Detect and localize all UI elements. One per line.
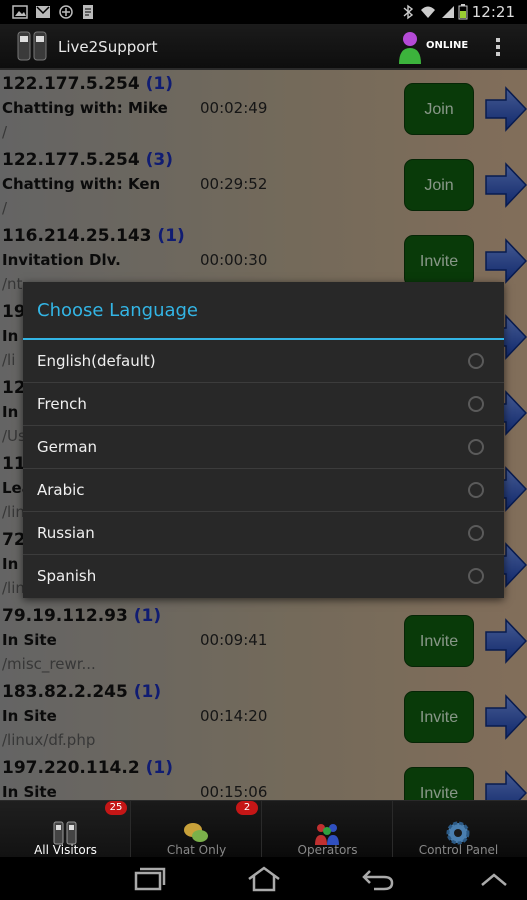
language-option-label: German xyxy=(37,438,98,456)
radio-button[interactable] xyxy=(468,568,484,584)
tab-label: All Visitors xyxy=(34,843,97,857)
language-option-label: Spanish xyxy=(37,567,97,585)
dialog-title: Choose Language xyxy=(37,300,199,321)
online-status-button[interactable]: ONLINE xyxy=(396,30,469,66)
tab-label: Operators xyxy=(297,843,358,857)
radio-button[interactable] xyxy=(468,353,484,369)
app-title: Live2Support xyxy=(58,38,158,56)
gallery-icon xyxy=(12,5,28,19)
signal-icon xyxy=(442,6,454,18)
language-option-french[interactable]: French xyxy=(23,383,504,426)
gmail-icon xyxy=(36,6,50,18)
tab-operators[interactable]: Operators xyxy=(262,801,393,858)
bluetooth-icon xyxy=(403,4,414,20)
chevron-up-icon[interactable] xyxy=(476,865,512,893)
language-option-german[interactable]: German xyxy=(23,426,504,469)
bottom-tab-bar: All Visitors 25 Chat Only 2 Operators Co… xyxy=(0,800,527,858)
tab-chat-only[interactable]: Chat Only 2 xyxy=(131,801,262,858)
battery-icon xyxy=(458,4,468,20)
radio-button[interactable] xyxy=(468,482,484,498)
language-option-arabic[interactable]: Arabic xyxy=(23,469,504,512)
action-bar: Live2Support ONLINE xyxy=(0,24,527,70)
back-icon[interactable] xyxy=(360,865,396,893)
app-logo-icon xyxy=(17,31,47,61)
tab-label: Control Panel xyxy=(418,843,499,857)
radio-button[interactable] xyxy=(468,396,484,412)
visitors-count-badge: 25 xyxy=(105,801,127,815)
system-nav-bar xyxy=(0,857,527,900)
recent-apps-icon[interactable] xyxy=(132,865,168,893)
tab-label: Chat Only xyxy=(166,843,227,857)
wifi-icon xyxy=(421,6,435,18)
radio-button[interactable] xyxy=(468,525,484,541)
language-option-label: English(default) xyxy=(37,352,156,370)
language-option-english[interactable]: English(default) xyxy=(23,340,504,383)
radio-button[interactable] xyxy=(468,439,484,455)
chat-count-badge: 2 xyxy=(236,801,258,815)
language-option-label: Arabic xyxy=(37,481,85,499)
language-option-label: French xyxy=(37,395,87,413)
language-option-label: Russian xyxy=(37,524,95,542)
choose-language-dialog: Choose Language English(default) French … xyxy=(23,282,504,598)
language-option-russian[interactable]: Russian xyxy=(23,512,504,555)
status-bar: 12:21 xyxy=(0,0,527,24)
online-label: ONLINE xyxy=(426,40,469,51)
tab-control-panel[interactable]: Control Panel xyxy=(393,801,524,858)
home-icon[interactable] xyxy=(246,865,282,893)
document-icon xyxy=(83,5,93,19)
tab-all-visitors[interactable]: All Visitors 25 xyxy=(0,801,131,858)
overflow-menu-icon[interactable] xyxy=(492,36,504,60)
language-option-spanish[interactable]: Spanish xyxy=(23,555,504,598)
operator-online-icon xyxy=(399,32,421,64)
clock: 12:21 xyxy=(471,3,515,21)
sync-icon xyxy=(59,5,73,19)
